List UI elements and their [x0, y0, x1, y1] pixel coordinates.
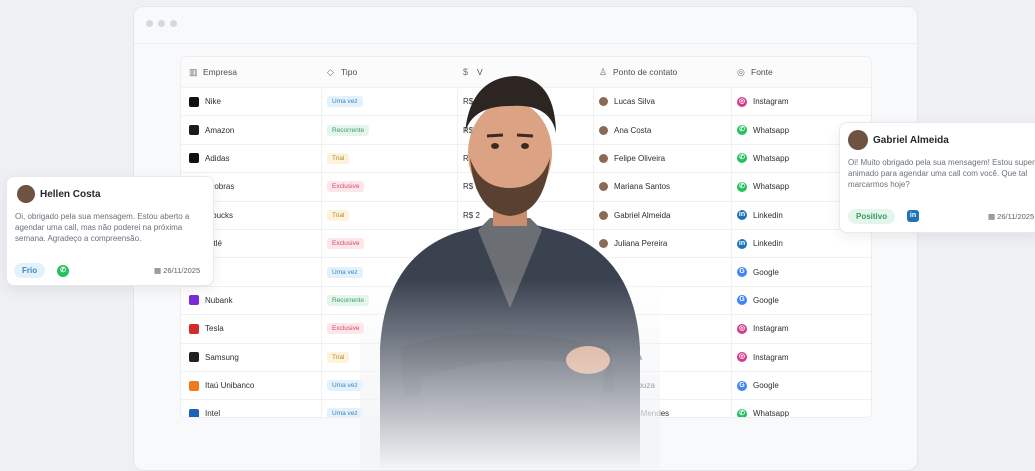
type-tag: Exclusive [327, 238, 365, 250]
cell-fonte: ◎ Instagram [737, 352, 789, 363]
cell-fonte: ◎ Instagram [737, 96, 789, 107]
cell-tipo: Uma vez [327, 88, 363, 115]
lead-message: Oi, obrigado pela sua mensagem. Estou ab… [15, 212, 190, 243]
cell-fonte: ✆ Whatsapp [737, 400, 789, 417]
person-illustration [360, 48, 660, 469]
lead-card-gabriel[interactable]: Gabriel Almeida Oi! Muito obrigado pela … [839, 122, 1035, 233]
type-tag: Uma vez [327, 408, 363, 417]
google-icon: G [737, 295, 747, 306]
cell-tipo: Uma vez [327, 372, 363, 399]
cell-empresa: Adidas [189, 145, 229, 172]
cell-empresa: Itaú Unibanco [189, 372, 254, 399]
avatar [848, 130, 868, 150]
cell-fonte: G Google [737, 287, 779, 314]
cell-tipo: Trial [327, 202, 350, 229]
whatsapp-icon: ✆ [737, 408, 747, 417]
type-tag: Uma vez [327, 380, 363, 392]
building-icon: ▥ [189, 66, 198, 77]
cell-fonte: in Linkedin [737, 238, 783, 249]
whatsapp-icon: ✆ [57, 265, 69, 277]
google-icon: G [737, 380, 747, 391]
company-logo-icon [189, 380, 199, 391]
type-tag: Exclusive [327, 323, 365, 335]
cell-empresa: Amazon [189, 116, 234, 143]
cell-fonte: ◎ Instagram [737, 323, 789, 334]
avatar [17, 185, 35, 203]
cell-tipo: Trial [327, 344, 350, 371]
instagram-icon: ◎ [737, 323, 747, 334]
cell-tipo: Exclusive [327, 230, 365, 257]
type-tag: Uma vez [327, 266, 363, 278]
company-logo-icon [189, 295, 199, 306]
cell-empresa: Intel [189, 400, 220, 417]
tag-icon: ◇ [327, 66, 334, 77]
chat-icon: ◎ [737, 66, 745, 77]
linkedin-icon: in [907, 210, 919, 222]
instagram-icon: ◎ [737, 352, 747, 363]
type-tag: Uma vez [327, 96, 363, 108]
date: ▦ 26/11/2025 [154, 266, 201, 275]
company-logo-icon [189, 352, 199, 363]
company-logo-icon [189, 96, 199, 107]
company-logo-icon [189, 408, 199, 417]
cell-empresa: Nike [189, 88, 221, 115]
window-titlebar [134, 7, 917, 44]
cell-fonte: ✆ Whatsapp [737, 145, 789, 172]
instagram-icon: ◎ [737, 96, 747, 107]
google-icon: G [737, 267, 747, 278]
col-empresa[interactable]: ▥ Empresa [189, 57, 237, 87]
cell-empresa: Tesla [189, 315, 224, 342]
lead-card-hellen[interactable]: Hellen Costa Oi, obrigado pela sua mensa… [6, 176, 214, 286]
cell-fonte: G Google [737, 258, 779, 285]
whatsapp-icon: ✆ [737, 181, 747, 192]
whatsapp-icon: ✆ [737, 125, 747, 136]
window-dot [146, 20, 153, 27]
cell-empresa: Samsung [189, 344, 239, 371]
company-logo-icon [189, 153, 199, 164]
cell-tipo: Exclusive [327, 315, 365, 342]
cell-tipo: Trial [327, 145, 350, 172]
linkedin-icon: in [737, 238, 747, 249]
cell-tipo: Uma vez [327, 258, 363, 285]
status-badge: Positivo [848, 209, 896, 224]
cell-fonte: in Linkedin [737, 210, 783, 221]
lead-name: Hellen Costa [40, 189, 101, 200]
col-fonte[interactable]: ◎ Fonte [737, 57, 773, 87]
status-badge: Frio [14, 263, 46, 278]
company-logo-icon [189, 125, 199, 136]
cell-tipo: Uma vez [327, 400, 363, 417]
col-tipo[interactable]: ◇ Tipo [327, 57, 357, 87]
cell-tipo: Exclusive [327, 173, 365, 200]
date: ▦ 26/11/2025 [988, 212, 1035, 221]
window-dot [158, 20, 165, 27]
cell-fonte: G Google [737, 372, 779, 399]
type-tag: Exclusive [327, 181, 365, 193]
type-tag: Trial [327, 152, 350, 164]
type-tag: Trial [327, 209, 350, 221]
company-logo-icon [189, 323, 199, 334]
linkedin-icon: in [737, 210, 747, 221]
type-tag: Trial [327, 351, 350, 363]
cell-fonte: ✆ Whatsapp [737, 116, 789, 143]
window-dot [170, 20, 177, 27]
cell-fonte: ✆ Whatsapp [737, 173, 789, 200]
whatsapp-icon: ✆ [737, 153, 747, 164]
lead-message: Oi! Muito obrigado pela sua mensagem! Es… [848, 158, 1035, 189]
lead-name: Gabriel Almeida [873, 135, 949, 146]
cell-empresa: Nubank [189, 287, 233, 314]
